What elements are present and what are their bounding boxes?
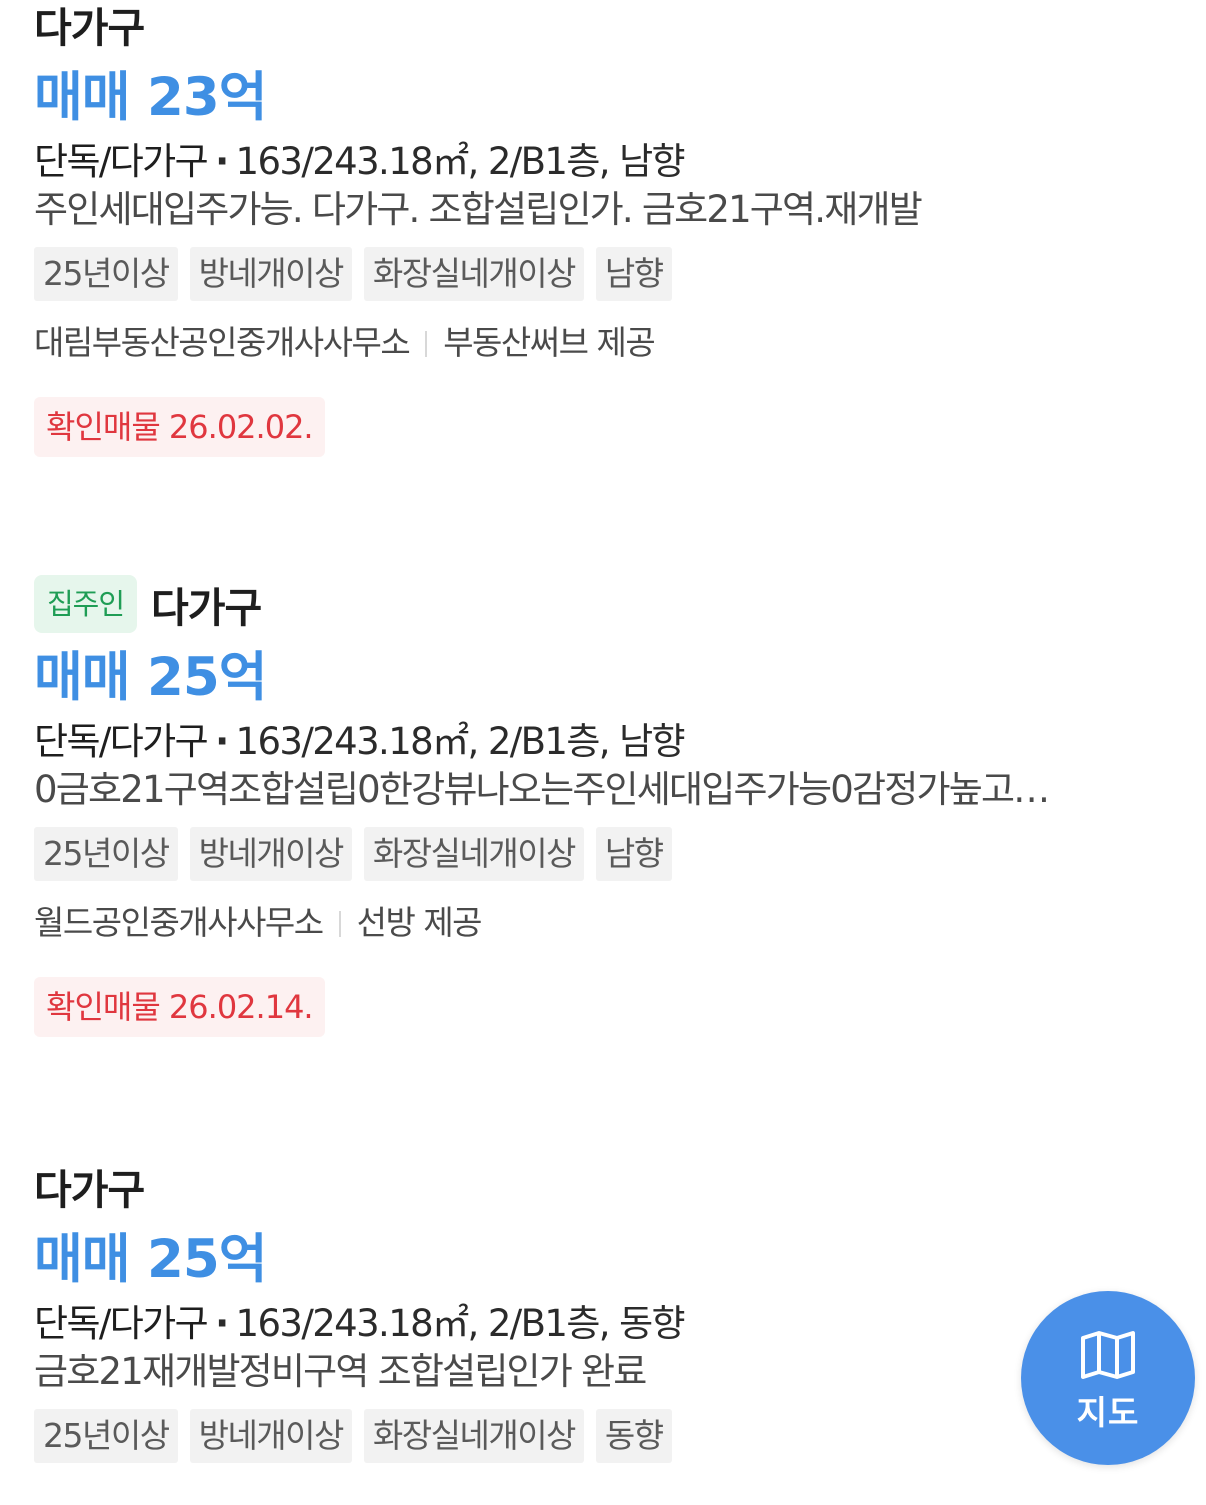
listing-card[interactable]: 다가구 매매 23억 단독/다가구 · 163/243.18㎡, 2/B1층, 남향…: [34, 0, 1174, 457]
listing-spec-row: 단독/다가구 · 163/243.18㎡, 2/B1층, 남향: [34, 138, 1174, 186]
tag-list: 25년이상 방네개이상 화장실네개이상 남향: [34, 247, 1174, 301]
divider: [338, 911, 341, 937]
listing-type-row: 다가구: [34, 1158, 1174, 1214]
tag: 25년이상: [34, 1409, 178, 1463]
verified-badge: 확인매물 26.02.02.: [34, 397, 325, 457]
map-button-label: 지도: [1076, 1393, 1140, 1432]
listing-description: 주인세대입주가능. 다가구. 조합설립인가. 금호21구역.재개발: [34, 188, 923, 231]
listing-card[interactable]: 집주인 다가구 매매 25억 단독/다가구 · 163/243.18㎡, 2/B1층…: [34, 575, 1174, 1037]
separator-dot: ·: [215, 720, 229, 763]
property-type: 단독/다가구: [34, 140, 209, 183]
listing-title: 다가구: [34, 1166, 145, 1214]
tag: 화장실네개이상: [363, 1409, 584, 1463]
listing-spec-row: 단독/다가구 · 163/243.18㎡, 2/B1층, 동향: [34, 1300, 1174, 1348]
tag: 25년이상: [34, 247, 178, 301]
property-type: 단독/다가구: [34, 720, 209, 763]
tag: 화장실네개이상: [363, 827, 584, 881]
tag: 동향: [595, 1409, 672, 1463]
listing-spec: 163/243.18㎡, 2/B1층, 남향: [235, 720, 686, 763]
agency-name[interactable]: 대림부동산공인중개사사무소: [34, 323, 411, 362]
map-icon: [1081, 1331, 1135, 1379]
tag: 25년이상: [34, 827, 178, 881]
listing-title: 다가구: [151, 584, 262, 632]
listing-price: 매매 25억: [34, 1229, 268, 1290]
agent-row: 월드공인중개사사무소 선방 제공: [34, 899, 1174, 947]
listing-price: 매매 25억: [34, 647, 268, 708]
property-type: 단독/다가구: [34, 1302, 209, 1345]
listing-description: 금호21재개발정비구역 조합설립인가 완료: [34, 1350, 647, 1393]
listing-type-row: 집주인 다가구: [34, 575, 1174, 633]
listing-spec-row: 단독/다가구 · 163/243.18㎡, 2/B1층, 남향: [34, 718, 1174, 766]
owner-badge: 집주인: [34, 575, 138, 633]
provider-label: 선방 제공: [356, 903, 483, 942]
tag: 남향: [595, 827, 672, 881]
tag-list: 25년이상 방네개이상 화장실네개이상 동향: [34, 1409, 1174, 1463]
separator-dot: ·: [215, 1302, 229, 1345]
agent-row: 대림부동산공인중개사사무소 부동산써브 제공: [34, 319, 1174, 367]
listing-title: 다가구: [34, 4, 145, 52]
listing-spec: 163/243.18㎡, 2/B1층, 남향: [235, 140, 686, 183]
tag-list: 25년이상 방네개이상 화장실네개이상 남향: [34, 827, 1174, 881]
divider: [425, 331, 428, 357]
tag: 방네개이상: [189, 1409, 352, 1463]
listing-spec: 163/243.18㎡, 2/B1층, 동향: [235, 1302, 686, 1345]
tag: 남향: [595, 247, 672, 301]
provider-label: 부동산써브 제공: [443, 323, 656, 362]
agency-name[interactable]: 월드공인중개사사무소: [34, 903, 324, 942]
listing-price: 매매 23억: [34, 67, 268, 128]
listing-description: 0금호21구역조합설립0한강뷰나오는주인세대입주가능0감정가높고…: [34, 768, 1050, 811]
listing-type-row: 다가구: [34, 0, 1174, 52]
verified-badge: 확인매물 26.02.14.: [34, 977, 325, 1037]
listing-card[interactable]: 다가구 매매 25억 단독/다가구 · 163/243.18㎡, 2/B1층, 동향…: [34, 1158, 1174, 1463]
separator-dot: ·: [215, 140, 229, 183]
tag: 방네개이상: [189, 247, 352, 301]
map-button[interactable]: 지도: [1021, 1291, 1195, 1465]
tag: 방네개이상: [189, 827, 352, 881]
tag: 화장실네개이상: [363, 247, 584, 301]
